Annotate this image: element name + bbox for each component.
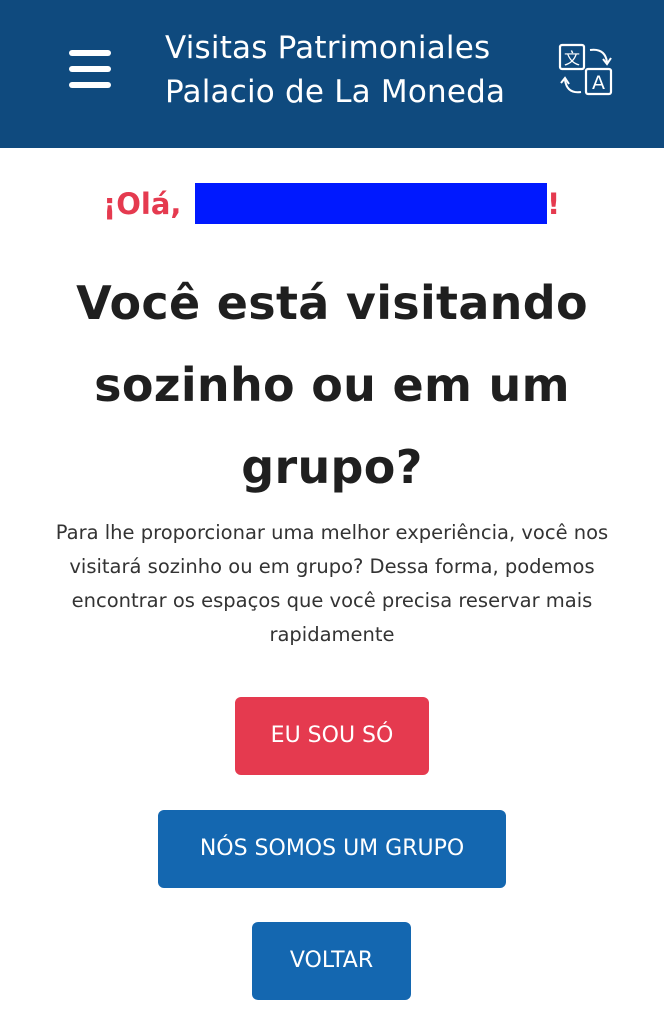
app-title: Visitas Patrimoniales Palacio de La Mone… (165, 26, 555, 114)
hamburger-menu-icon[interactable] (64, 46, 116, 94)
app-title-line1: Visitas Patrimoniales (165, 30, 491, 66)
greeting-hello: ¡Olá, (103, 187, 182, 221)
app-header: Visitas Patrimoniales Palacio de La Mone… (0, 0, 664, 148)
menu-bar-top (69, 50, 111, 56)
greeting-exclamation: ! (547, 187, 561, 221)
translate-icon-graphic: 文 A (558, 43, 613, 96)
alone-button[interactable]: EU SOU SÓ (235, 697, 429, 775)
svg-text:文: 文 (564, 49, 580, 68)
group-button[interactable]: NÓS SOMOS UM GRUPO (158, 810, 506, 888)
page-description: Para lhe proporcionar uma melhor experiê… (55, 521, 609, 646)
user-name-redacted (195, 183, 547, 224)
svg-text:A: A (592, 72, 605, 94)
menu-bar-middle (69, 66, 111, 72)
page-question: Você está visitando sozinho ou em um gru… (76, 276, 588, 494)
translate-icon[interactable]: 文 A (557, 42, 615, 100)
app-title-line2: Palacio de La Moneda (165, 74, 506, 110)
menu-bar-bottom (69, 82, 111, 88)
back-button[interactable]: VOLTAR (252, 922, 411, 1000)
